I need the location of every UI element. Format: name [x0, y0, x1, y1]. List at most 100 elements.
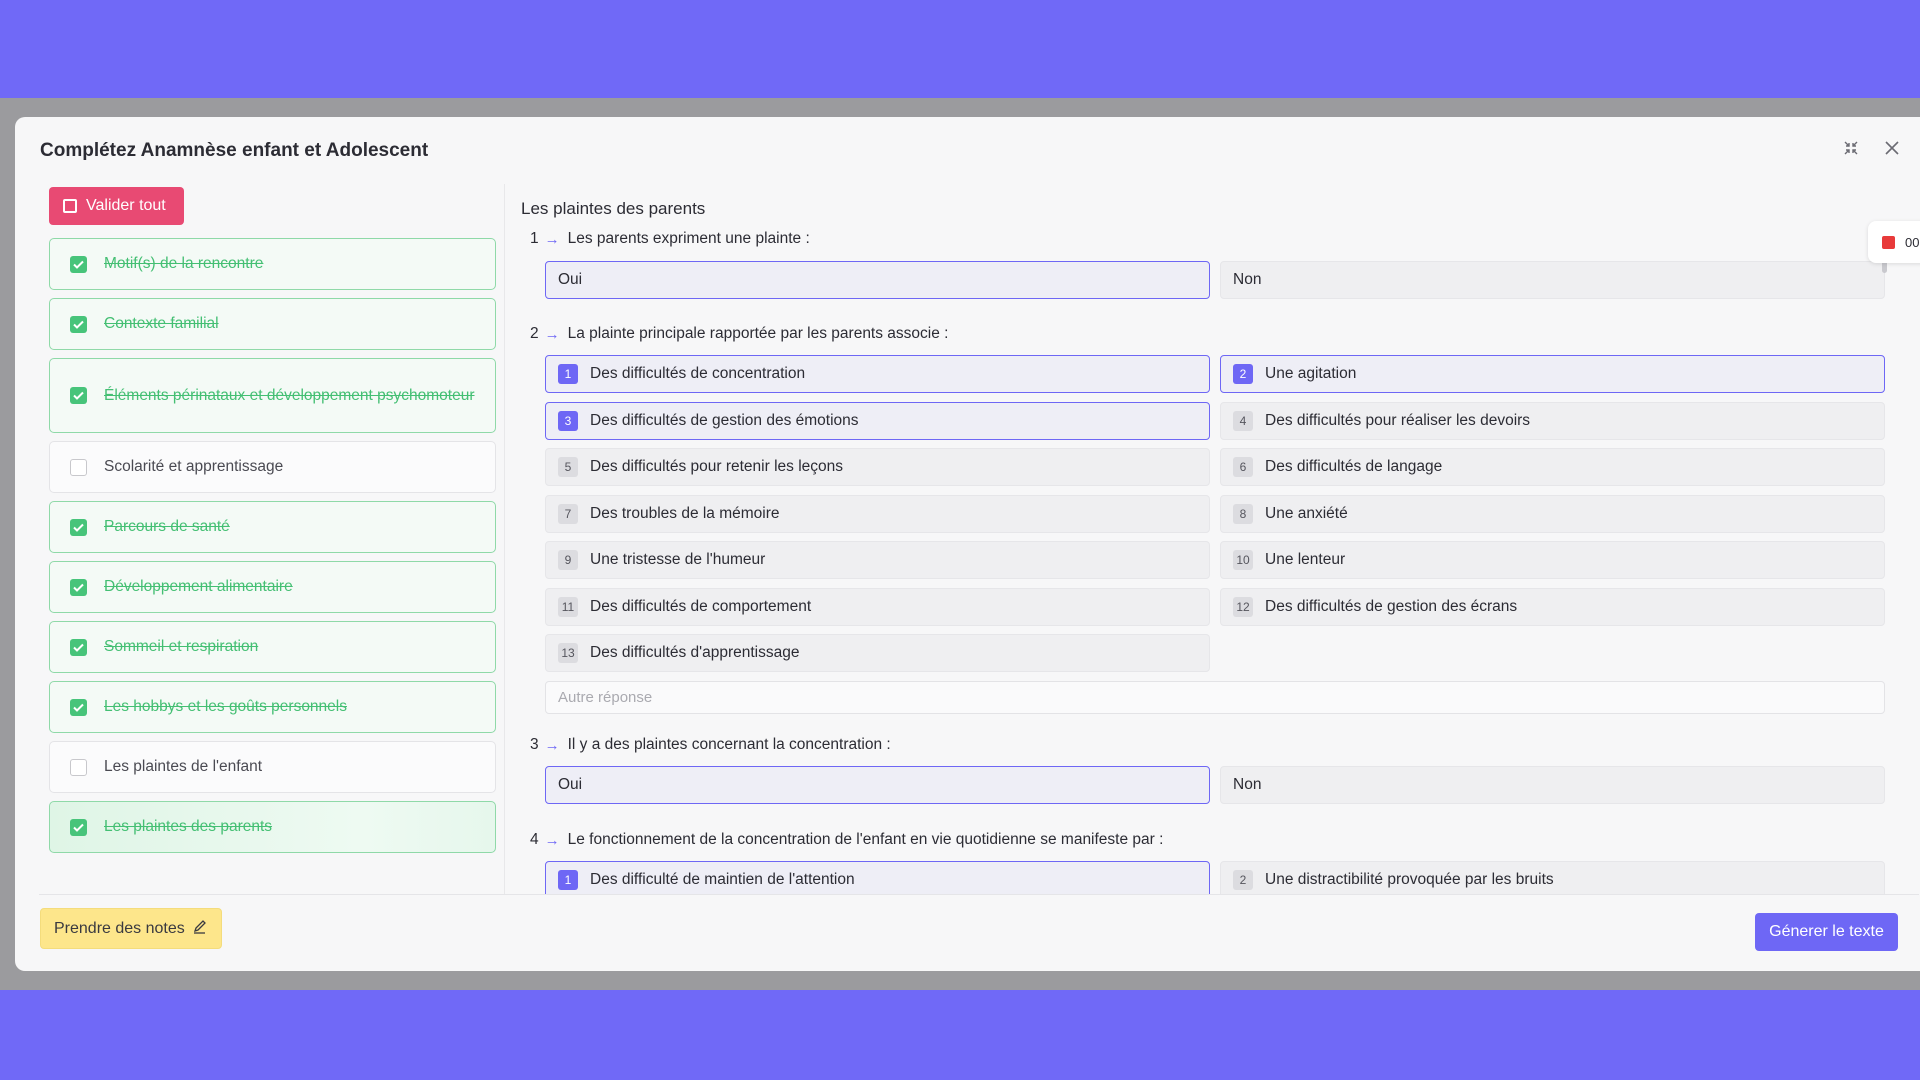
q2-option[interactable]: 12 Des difficultés de gestion des écrans: [1220, 588, 1885, 626]
q2-option[interactable]: 3 Des difficultés de gestion des émotions: [545, 402, 1210, 440]
generate-text-button[interactable]: Génerer le texte: [1755, 913, 1898, 951]
section-label: Développement alimentaire: [104, 578, 293, 595]
option-number: 8: [1233, 504, 1253, 524]
question-text: Il y a des plaintes concernant la concen…: [567, 736, 891, 753]
option-label: Des difficultés de gestion des émotions: [590, 412, 859, 429]
arrow-right-icon: →: [544, 325, 560, 343]
option-number: 7: [558, 504, 578, 524]
question-3: 3 → Il y a des plaintes concernant la co…: [530, 736, 891, 754]
q2-option[interactable]: 1 Des difficultés de concentration: [545, 355, 1210, 393]
check-icon: [70, 518, 87, 536]
question-number: 2: [530, 325, 539, 342]
check-icon: [70, 255, 87, 273]
q2-option[interactable]: 11 Des difficultés de comportement: [545, 588, 1210, 626]
section-label: Éléments périnataux et développement psy…: [104, 386, 475, 404]
q2-option[interactable]: 5 Des difficultés pour retenir les leçons: [545, 448, 1210, 486]
other-answer-input[interactable]: [545, 681, 1885, 714]
modal-title: Complétez Anamnèse enfant et Adolescent: [40, 140, 429, 161]
question-text: Les parents expriment une plainte :: [567, 230, 810, 247]
q2-option[interactable]: 13 Des difficultés d'apprentissage: [545, 634, 1210, 672]
recording-timer[interactable]: 00:0: [1868, 221, 1920, 263]
section-title: Les plaintes des parents: [521, 199, 706, 218]
option-label: Des difficultés d'apprentissage: [590, 644, 800, 661]
option-label: Une agitation: [1265, 365, 1357, 382]
question-text: La plainte principale rapportée par les …: [567, 325, 949, 342]
section-item-contexte-familial[interactable]: Contexte familial: [49, 298, 496, 350]
section-item-parcours-sante[interactable]: Parcours de santé: [49, 501, 496, 553]
section-label: Contexte familial: [104, 315, 219, 332]
q2-option[interactable]: 9 Une tristesse de l'humeur: [545, 541, 1210, 579]
q2-option[interactable]: 6 Des difficultés de langage: [1220, 448, 1885, 486]
section-item-alimentaire[interactable]: Développement alimentaire: [49, 561, 496, 613]
check-icon: [70, 387, 87, 404]
q2-option[interactable]: 8 Une anxiété: [1220, 495, 1885, 533]
option-label: Des difficultés de gestion des écrans: [1265, 598, 1518, 615]
check-icon: [70, 578, 87, 596]
q3-option-oui[interactable]: Oui: [545, 766, 1210, 804]
q4-option[interactable]: 1 Des difficulté de maintien de l'attenti…: [545, 861, 1210, 894]
q2-option[interactable]: 4 Des difficultés pour réaliser les devoi…: [1220, 402, 1885, 440]
question-4: 4 → Le fonctionnement de la concentratio…: [530, 831, 1163, 849]
sections-sidebar: Valider tout Motif(s) de la rencontre Co…: [41, 184, 496, 894]
checkbox-icon: [63, 199, 77, 213]
section-label: Les plaintes des parents: [104, 818, 273, 835]
take-notes-label: Prendre des notes: [54, 919, 185, 937]
section-item-sommeil[interactable]: Sommeil et respiration: [49, 621, 496, 673]
validate-all-button[interactable]: Valider tout: [49, 187, 184, 225]
section-item-plaintes-enfant[interactable]: Les plaintes de l'enfant: [49, 741, 496, 793]
section-item-scolarite[interactable]: Scolarité et apprentissage: [49, 441, 496, 493]
option-label: Une anxiété: [1265, 505, 1348, 522]
q2-option[interactable]: 7 Des troubles de la mémoire: [545, 495, 1210, 533]
section-label: Parcours de santé: [104, 518, 230, 535]
checkbox-icon: [70, 758, 87, 776]
option-number: 4: [1233, 411, 1253, 431]
check-icon: [70, 818, 87, 836]
option-label: Des difficultés pour réaliser les devoir…: [1265, 412, 1531, 429]
pen-icon: [192, 919, 207, 939]
option-label: Des difficultés de langage: [1265, 458, 1443, 475]
option-number: 9: [558, 550, 578, 570]
option-number: 3: [558, 411, 578, 431]
option-number: 1: [558, 870, 578, 890]
option-label: Oui: [558, 776, 583, 793]
option-label: Des difficultés de concentration: [590, 365, 806, 382]
check-icon: [70, 698, 87, 716]
section-item-hobbys[interactable]: Les hobbys et les goûts personnels: [49, 681, 496, 733]
section-item-perinataux[interactable]: Éléments périnataux et développement psy…: [49, 358, 496, 433]
q2-option[interactable]: 10 Une lenteur: [1220, 541, 1885, 579]
section-item-motifs[interactable]: Motif(s) de la rencontre: [49, 238, 496, 290]
timer-text: 00:0: [1905, 234, 1920, 250]
q1-option-oui[interactable]: Oui: [545, 261, 1210, 299]
option-label: Une distractibilité provoquée par les br…: [1265, 871, 1554, 888]
option-number: 1: [558, 364, 578, 384]
validate-all-label: Valider tout: [86, 197, 166, 214]
check-icon: [70, 315, 87, 333]
question-number: 3: [530, 736, 539, 753]
q2-option[interactable]: 2 Une agitation: [1220, 355, 1885, 393]
close-icon[interactable]: [1881, 137, 1903, 159]
option-label: Non: [1233, 776, 1262, 793]
q4-option[interactable]: 2 Une distractibilité provoquée par les b…: [1220, 861, 1885, 894]
question-text: Le fonctionnement de la concentration de…: [567, 831, 1164, 848]
option-number: 6: [1233, 457, 1253, 477]
option-label: Oui: [558, 271, 583, 288]
checkbox-icon: [70, 458, 87, 476]
option-number: 10: [1233, 550, 1253, 570]
question-number: 1: [530, 230, 539, 247]
arrow-right-icon: →: [544, 736, 560, 754]
option-label: Une lenteur: [1265, 551, 1346, 568]
questionnaire-panel: Les plaintes des parents 1 → Les parents…: [505, 184, 1920, 894]
check-icon: [70, 638, 87, 656]
section-item-plaintes-parents[interactable]: Les plaintes des parents: [49, 801, 496, 853]
section-label: Motif(s) de la rencontre: [104, 255, 264, 272]
q3-option-non[interactable]: Non: [1220, 766, 1885, 804]
take-notes-button[interactable]: Prendre des notes: [40, 908, 222, 949]
record-stop-icon: [1882, 235, 1895, 249]
q1-option-non[interactable]: Non: [1220, 261, 1885, 299]
option-number: 12: [1233, 597, 1253, 617]
arrow-right-icon: →: [544, 831, 560, 849]
minimize-icon[interactable]: [1840, 137, 1862, 159]
option-number: 2: [1233, 364, 1253, 384]
section-label: Les hobbys et les goûts personnels: [104, 698, 347, 715]
option-label: Non: [1233, 271, 1262, 288]
